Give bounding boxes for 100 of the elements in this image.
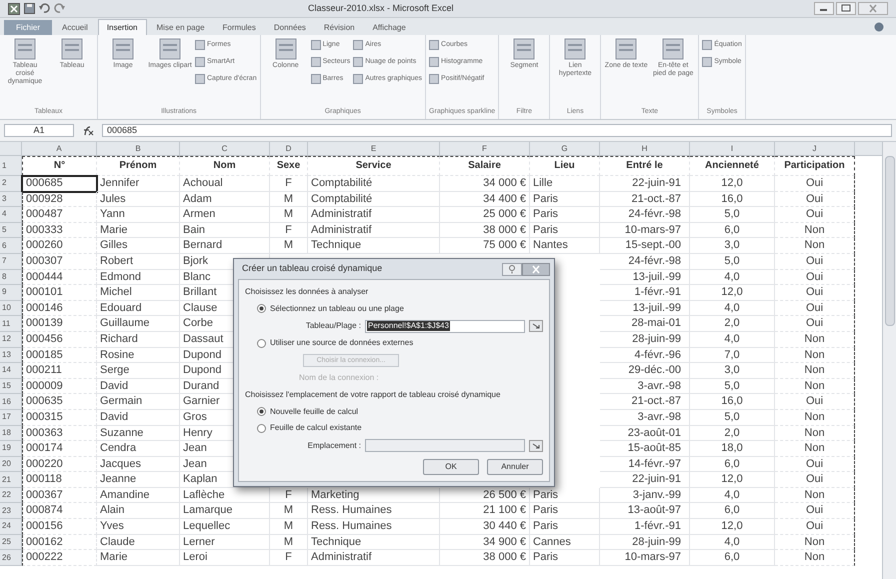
ribbon-tab[interactable]: Insertion — [98, 19, 146, 35]
row-header[interactable]: 19 — [0, 441, 22, 457]
dialog-button[interactable]: OK — [423, 458, 479, 475]
redo-icon[interactable] — [54, 3, 65, 14]
tool-icon — [353, 57, 364, 67]
row-header[interactable]: 16 — [0, 394, 22, 410]
undo-icon[interactable] — [39, 3, 50, 14]
table-cell: 5,0 — [690, 254, 775, 270]
column-header[interactable]: G — [530, 142, 600, 156]
function-icon[interactable] — [82, 126, 94, 136]
table-cell: Amandine — [97, 488, 180, 504]
radio-button[interactable] — [257, 304, 266, 314]
row-header[interactable]: 5 — [0, 222, 22, 238]
row-header[interactable]: 13 — [0, 348, 22, 364]
row-header[interactable]: 14 — [0, 363, 22, 379]
radio-label[interactable]: Feuille de calcul existante — [270, 422, 362, 434]
column-header[interactable]: I — [690, 142, 775, 156]
table-cell: 1-févr.-91 — [600, 519, 690, 535]
row-header[interactable]: 21 — [0, 472, 22, 488]
column-header[interactable]: D — [270, 142, 308, 156]
row-header[interactable]: 25 — [0, 534, 22, 550]
table-cell: Edouard — [97, 300, 180, 316]
table-cell: Comptabilité — [308, 192, 440, 208]
table-cell: Oui — [775, 254, 855, 270]
radio-label[interactable]: Utiliser une source de données externes — [270, 337, 414, 350]
radio-button[interactable] — [257, 407, 266, 416]
dialog-button[interactable]: Annuler — [487, 458, 543, 475]
row-header[interactable]: 6 — [0, 238, 22, 254]
column-header[interactable]: J — [775, 142, 855, 156]
row-header[interactable]: 12 — [0, 332, 22, 348]
row-header[interactable]: 11 — [0, 316, 22, 332]
row-header[interactable]: 15 — [0, 378, 22, 394]
row-header[interactable]: 18 — [0, 426, 22, 442]
input-field[interactable]: Personnel!$A$1:$J$43 — [365, 320, 525, 333]
table-cell: Jennifer — [97, 176, 180, 192]
table-cell: Lequellec — [180, 519, 270, 535]
table-cell: Non — [775, 441, 855, 457]
maximize-icon[interactable] — [836, 2, 856, 15]
table-cell: Serge — [97, 363, 180, 379]
row-header[interactable]: 22 — [0, 488, 22, 504]
table-cell: 000315 — [22, 410, 97, 426]
row-header[interactable]: 9 — [0, 285, 22, 301]
radio-label[interactable]: Sélectionnez un tableau ou une plage — [270, 302, 404, 315]
row-header[interactable]: 10 — [0, 300, 22, 316]
row-header[interactable]: 8 — [0, 270, 22, 286]
table-cell: Non — [775, 332, 855, 348]
excel-icon[interactable] — [8, 2, 20, 14]
row-header[interactable]: 26 — [0, 550, 22, 566]
row-header[interactable]: 24 — [0, 519, 22, 535]
radio-button[interactable] — [257, 338, 266, 348]
input-field[interactable] — [365, 439, 525, 452]
collapse-icon[interactable] — [529, 320, 543, 332]
save-icon[interactable] — [24, 3, 35, 14]
table-cell: 000635 — [22, 394, 97, 410]
ribbon-tab[interactable]: Accueil — [54, 20, 96, 35]
radio-button[interactable] — [257, 424, 266, 433]
row-header[interactable]: 2 — [0, 176, 22, 192]
tool-icon — [159, 38, 181, 60]
vertical-scrollbar[interactable] — [882, 142, 896, 579]
table-cell: 3-janv.-99 — [600, 488, 690, 504]
ribbon-tab[interactable]: Affichage — [364, 20, 414, 35]
column-header[interactable]: H — [600, 142, 690, 156]
table-cell: 4,0 — [690, 488, 775, 504]
ribbon-tab[interactable]: Formules — [214, 20, 264, 35]
ribbon-tab[interactable]: Mise en page — [148, 20, 213, 35]
ribbon-tab[interactable]: Révision — [316, 20, 363, 35]
collapse-icon[interactable] — [529, 440, 543, 452]
column-header[interactable]: A — [22, 142, 97, 156]
row-header[interactable]: 7 — [0, 254, 22, 270]
minimize-icon[interactable] — [814, 2, 834, 15]
table-cell: 75 000 € — [440, 238, 530, 254]
table-cell: Yann — [97, 207, 180, 223]
formula-field[interactable]: 000685 — [102, 124, 892, 137]
table-cell: Paris — [530, 550, 600, 566]
table-cell: F — [270, 176, 308, 192]
ribbon-tab[interactable]: Données — [266, 20, 314, 35]
row-header[interactable]: 1 — [0, 156, 22, 176]
table-cell: 000333 — [22, 222, 97, 238]
row-header[interactable]: 17 — [0, 410, 22, 426]
column-header[interactable]: C — [180, 142, 270, 156]
column-header[interactable]: B — [97, 142, 180, 156]
tool-icon — [662, 38, 684, 60]
column-header[interactable]: F — [440, 142, 530, 156]
name-box[interactable]: A1 — [4, 124, 74, 137]
column-header[interactable]: E — [308, 142, 440, 156]
radio-label[interactable]: Nouvelle feuille de calcul — [270, 406, 358, 418]
table-cell: Rosine — [97, 348, 180, 364]
row-header[interactable]: 3 — [0, 192, 22, 208]
table-cell: 5,0 — [690, 207, 775, 223]
close-icon[interactable] — [522, 262, 550, 276]
table-cell: Marie — [97, 550, 180, 566]
table-cell: Germain — [97, 394, 180, 410]
row-header[interactable]: 23 — [0, 503, 22, 520]
table-cell: 34 400 € — [440, 192, 530, 208]
table-cell: 3-avr.-98 — [600, 410, 690, 426]
row-header[interactable]: 4 — [0, 207, 22, 223]
table-cell: 6,0 — [690, 503, 775, 520]
row-header[interactable]: 20 — [0, 456, 22, 472]
table-cell: Non — [775, 410, 855, 426]
table-cell: 15-sept.-00 — [600, 238, 690, 254]
